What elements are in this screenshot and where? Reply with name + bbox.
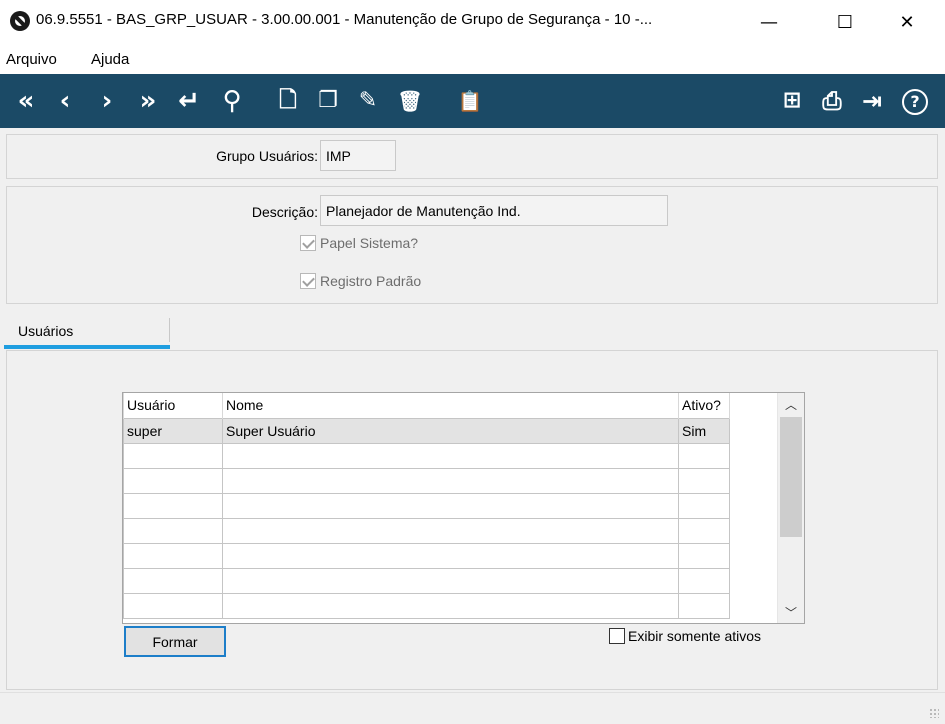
scroll-down-icon[interactable]: ﹀ bbox=[778, 601, 804, 623]
cell-ativo[interactable] bbox=[678, 442, 730, 469]
tree-view-icon[interactable]: ⊞ bbox=[778, 85, 806, 117]
maximize-button[interactable]: ☐ bbox=[822, 6, 868, 38]
grid-header-row: Usuário Nome Ativo? bbox=[123, 393, 730, 418]
search-icon[interactable]: ⚲ bbox=[218, 85, 246, 117]
cell-ativo[interactable] bbox=[678, 492, 730, 519]
next-record-icon[interactable]: › bbox=[94, 85, 120, 117]
cell-ativo[interactable] bbox=[678, 592, 730, 619]
table-row[interactable] bbox=[123, 492, 730, 519]
table-row[interactable] bbox=[123, 517, 730, 544]
table-row[interactable]: super Super Usuário Sim bbox=[123, 417, 730, 444]
column-header-usuario[interactable]: Usuário bbox=[123, 393, 223, 418]
group-panel bbox=[6, 134, 938, 179]
copy-record-icon[interactable]: ❐ bbox=[314, 85, 342, 117]
table-row[interactable] bbox=[123, 467, 730, 494]
first-record-icon[interactable]: « bbox=[10, 85, 42, 117]
grid-vertical-scrollbar[interactable]: ︿ ﹀ bbox=[777, 393, 804, 623]
cell-nome[interactable] bbox=[222, 567, 679, 594]
cell-nome[interactable]: Super Usuário bbox=[222, 417, 679, 444]
cell-ativo[interactable] bbox=[678, 542, 730, 569]
menu-ajuda[interactable]: Ajuda bbox=[91, 51, 129, 68]
cell-ativo[interactable] bbox=[678, 467, 730, 494]
resize-grip-icon[interactable] bbox=[929, 708, 939, 718]
menu-arquivo[interactable]: Arquivo bbox=[6, 51, 57, 68]
descricao-field[interactable]: Planejador de Manutenção Ind. bbox=[320, 195, 668, 226]
grupo-usuarios-field[interactable]: IMP bbox=[320, 140, 396, 171]
print-icon[interactable]: ⎙ bbox=[818, 85, 846, 117]
papel-sistema-checkbox[interactable]: Papel Sistema? bbox=[300, 235, 418, 251]
cell-usuario[interactable]: super bbox=[123, 417, 223, 444]
exibir-somente-ativos-label: Exibir somente ativos bbox=[628, 628, 762, 644]
grupo-usuarios-label: Grupo Usuários: bbox=[216, 148, 318, 164]
column-header-ativo[interactable]: Ativo? bbox=[678, 393, 730, 418]
scroll-thumb[interactable] bbox=[780, 417, 802, 537]
window-title: 06.9.5551 - BAS_GRP_USUAR - 3.00.00.001 … bbox=[36, 11, 653, 28]
table-row[interactable] bbox=[123, 567, 730, 594]
new-record-icon[interactable]: 🗋 bbox=[274, 85, 302, 117]
exit-icon[interactable]: ⇥ bbox=[858, 85, 886, 117]
app-logo-icon bbox=[10, 11, 30, 31]
tab-usuarios[interactable]: Usuários bbox=[4, 318, 170, 349]
tab-divider bbox=[169, 318, 170, 342]
cell-usuario[interactable] bbox=[123, 492, 223, 519]
registro-padrao-checkbox[interactable]: Registro Padrão bbox=[300, 273, 421, 289]
cell-usuario[interactable] bbox=[123, 517, 223, 544]
delete-record-icon[interactable]: 🗑 bbox=[396, 85, 424, 117]
cell-nome[interactable] bbox=[222, 467, 679, 494]
cell-ativo[interactable] bbox=[678, 567, 730, 594]
last-record-icon[interactable]: » bbox=[132, 85, 164, 117]
cell-ativo[interactable] bbox=[678, 517, 730, 544]
checkbox-unchecked-icon bbox=[609, 628, 625, 644]
minimize-button[interactable]: — bbox=[746, 6, 792, 38]
cell-nome[interactable] bbox=[222, 442, 679, 469]
registro-padrao-label: Registro Padrão bbox=[320, 273, 422, 289]
edit-record-icon[interactable]: ✎ bbox=[354, 85, 382, 117]
help-icon[interactable]: ? bbox=[902, 89, 928, 115]
column-header-nome[interactable]: Nome bbox=[222, 393, 679, 418]
menu-bar: Arquivo Ajuda bbox=[0, 44, 945, 74]
cell-nome[interactable] bbox=[222, 492, 679, 519]
users-grid: Usuário Nome Ativo? super Super Usuário Si… bbox=[122, 392, 805, 624]
title-bar: 06.9.5551 - BAS_GRP_USUAR - 3.00.00.001 … bbox=[0, 0, 945, 44]
toolbar: « ‹ › » ↵ ⚲ 🗋 ❐ ✎ 🗑 📋 ⊞ ⎙ ⇥ ? bbox=[0, 74, 945, 128]
table-row[interactable] bbox=[123, 592, 730, 619]
exibir-somente-ativos-checkbox[interactable]: Exibir somente ativos bbox=[609, 628, 761, 644]
table-row[interactable] bbox=[123, 442, 730, 469]
cell-usuario[interactable] bbox=[123, 467, 223, 494]
cell-usuario[interactable] bbox=[123, 592, 223, 619]
cell-ativo[interactable]: Sim bbox=[678, 417, 730, 444]
cell-nome[interactable] bbox=[222, 517, 679, 544]
checkbox-checked-icon bbox=[300, 235, 316, 251]
cell-usuario[interactable] bbox=[123, 567, 223, 594]
checkbox-checked-icon bbox=[300, 273, 316, 289]
descricao-label: Descrição: bbox=[251, 204, 318, 220]
table-row[interactable] bbox=[123, 542, 730, 569]
scroll-up-icon[interactable]: ︿ bbox=[778, 393, 804, 415]
goto-icon[interactable]: ↵ bbox=[172, 85, 206, 117]
cell-usuario[interactable] bbox=[123, 542, 223, 569]
close-button[interactable]: ✕ bbox=[884, 6, 930, 38]
cell-nome[interactable] bbox=[222, 542, 679, 569]
cell-nome[interactable] bbox=[222, 592, 679, 619]
paste-record-icon[interactable]: 📋 bbox=[456, 85, 484, 117]
papel-sistema-label: Papel Sistema? bbox=[320, 235, 419, 251]
cell-usuario[interactable] bbox=[123, 442, 223, 469]
formar-button[interactable]: Formar bbox=[124, 626, 226, 657]
previous-record-icon[interactable]: ‹ bbox=[52, 85, 78, 117]
status-bar bbox=[0, 692, 945, 724]
